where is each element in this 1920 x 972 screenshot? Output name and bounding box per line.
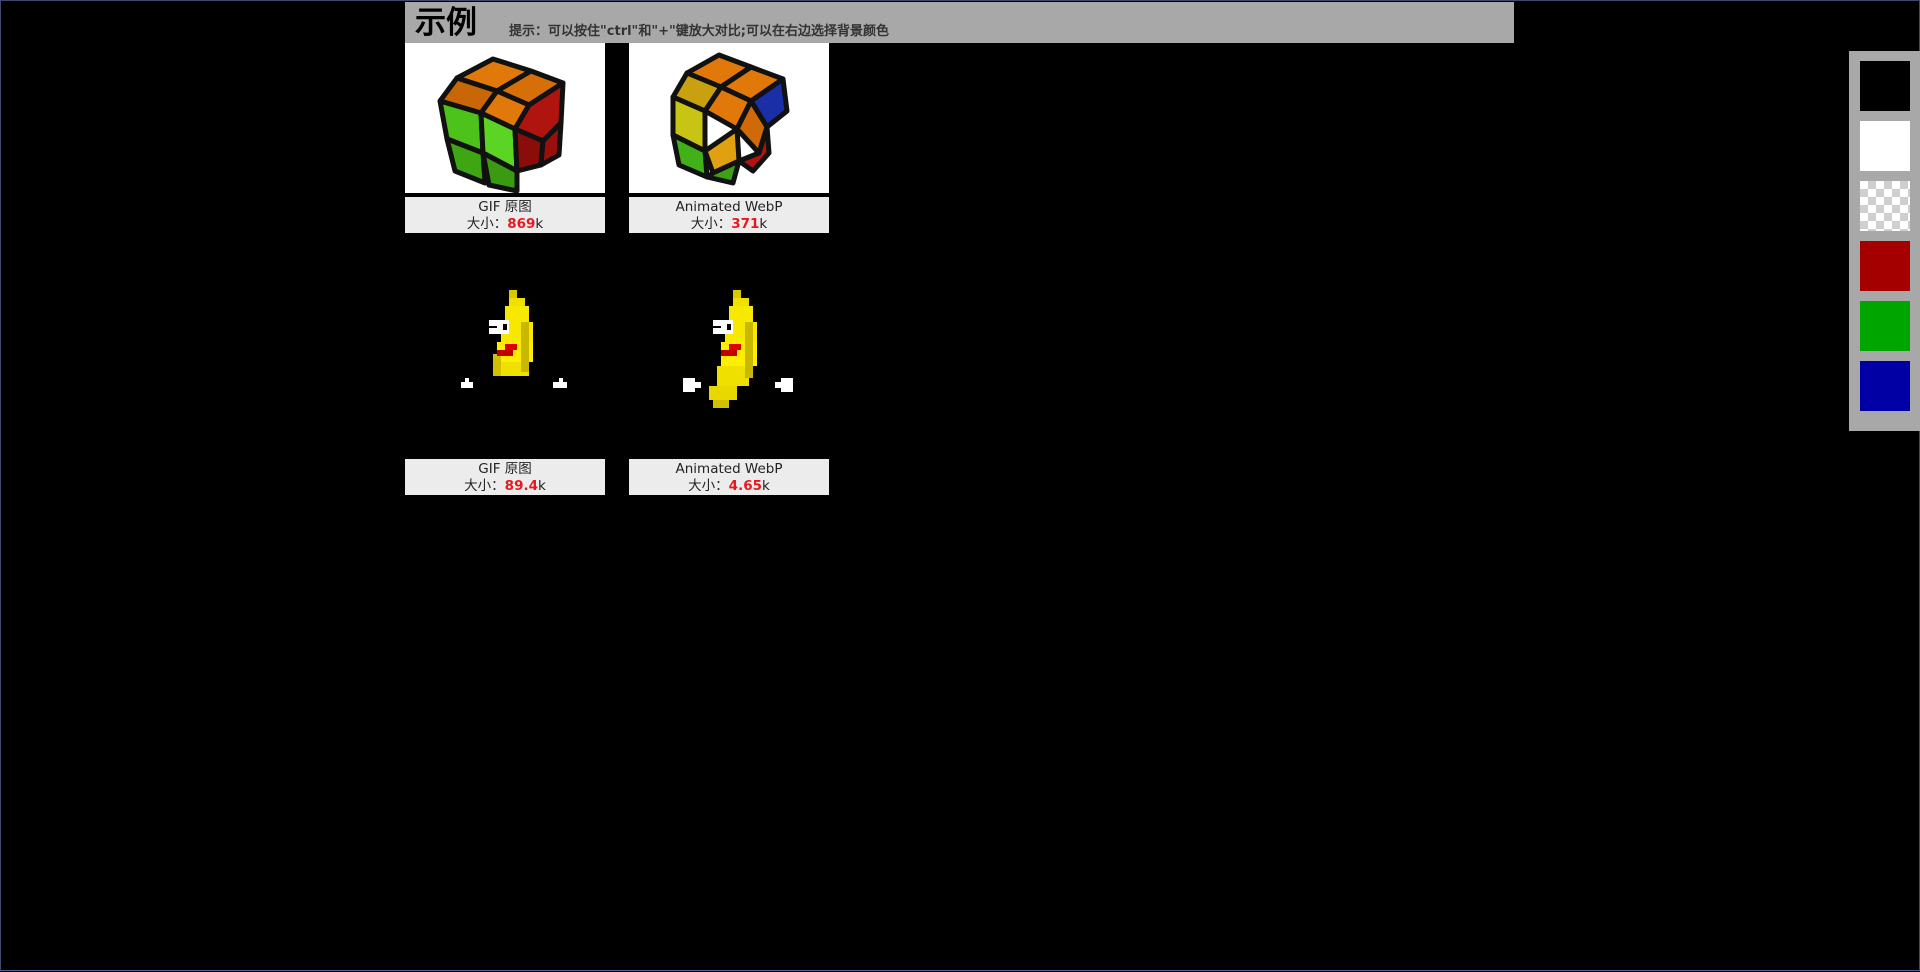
size-line: 大小：89.4k [464,478,546,494]
rubiks-cube-image [629,43,829,193]
gallery-item-gif-banana: GIF 原图 大小：89.4k [405,282,605,495]
background-color-picker [1849,51,1920,431]
format-label: GIF 原图 [478,199,532,215]
dancing-banana-image [405,282,605,432]
size-line: 大小：4.65k [688,478,770,494]
hint-text: 提示：可以按住"ctrl"和"+"键放大对比;可以在右边选择背景颜色 [509,24,889,39]
dancing-banana-image [629,282,829,432]
swatch-transparent[interactable] [1860,181,1910,231]
size-value: 371 [731,216,760,232]
rubiks-cube-image [405,43,605,193]
gallery-item-gif-cube: GIF 原图 大小：869k [405,43,605,233]
swatch-blue[interactable] [1860,361,1910,411]
image-caption: Animated WebP 大小：4.65k [629,459,829,495]
image-caption: GIF 原图 大小：869k [405,197,605,233]
format-label: GIF 原图 [478,461,532,477]
format-label: Animated WebP [675,199,783,215]
size-value: 869 [507,216,536,232]
swatch-red[interactable] [1860,241,1910,291]
size-line: 大小：371k [690,216,768,232]
swatch-white[interactable] [1860,121,1910,171]
page-title: 示例 [415,5,477,41]
image-caption: Animated WebP 大小：371k [629,197,829,233]
swatch-green[interactable] [1860,301,1910,351]
format-label: Animated WebP [675,461,783,477]
swatch-black[interactable] [1860,61,1910,111]
size-line: 大小：869k [466,216,544,232]
gallery-item-webp-banana: Animated WebP 大小：4.65k [629,282,829,495]
window-frame [0,0,1920,971]
header-bar: 示例 提示：可以按住"ctrl"和"+"键放大对比;可以在右边选择背景颜色 [405,2,1514,43]
gallery-item-webp-cube: Animated WebP 大小：371k [629,43,829,233]
size-value: 4.65 [728,478,762,494]
image-caption: GIF 原图 大小：89.4k [405,459,605,495]
size-value: 89.4 [504,478,538,494]
